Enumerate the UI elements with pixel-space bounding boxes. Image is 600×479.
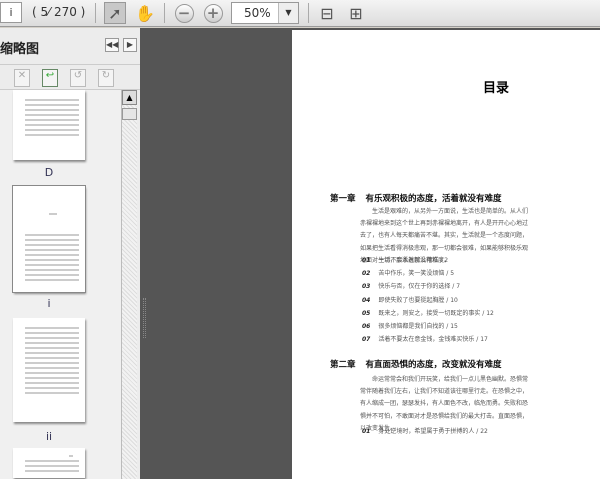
- minus-icon: −: [174, 3, 194, 23]
- collapse-panel-button[interactable]: ◀◀: [105, 38, 119, 52]
- thumbnail-label: ii: [45, 430, 53, 443]
- toc-entry[interactable]: 03 快乐与否，仅在于你的选择 / 7: [362, 281, 460, 290]
- chevron-down-icon[interactable]: ▼: [278, 3, 298, 23]
- chapter-title: 有直面恐惧的态度，改变就没有难度: [365, 360, 502, 370]
- scroll-thumb[interactable]: [122, 108, 137, 120]
- panel-title: 缩略图: [0, 42, 40, 57]
- panel-splitter[interactable]: [140, 28, 150, 479]
- fit-page-icon: ⊞: [349, 3, 363, 23]
- delete-page-icon[interactable]: ✕: [14, 69, 30, 87]
- panel-options-button[interactable]: ▶: [123, 38, 137, 52]
- thumbnail-label: D: [44, 166, 54, 179]
- page-title: 目录: [482, 81, 509, 96]
- document-view: 目录 第一章 有乐观积极的态度，活着就没有难度 生活是艰难的，从另外一方面说，生活…: [150, 28, 600, 479]
- scroll-up-icon[interactable]: ▲: [122, 90, 137, 105]
- rotate-cw-icon[interactable]: ↻: [98, 69, 114, 87]
- page-count: ( 5⁄ 270 ): [32, 5, 86, 19]
- divider: [164, 3, 165, 23]
- toc-entry[interactable]: 07 活着不要太在意金钱，金钱难买快乐 / 17: [362, 334, 488, 343]
- divider: [95, 3, 96, 23]
- thumbnail-scrollbar[interactable]: ▲: [121, 90, 137, 479]
- thumbnail-list: D i ii: [0, 90, 121, 479]
- thumbnail-page-i[interactable]: [12, 185, 86, 293]
- chapter-heading: 第一章 有乐观积极的态度，活着就没有难度: [330, 192, 512, 204]
- hand-tool-button[interactable]: ✋: [134, 2, 156, 24]
- toc-entry[interactable]: 05 既来之，则安之，接受一切既定的事实 / 12: [362, 308, 494, 317]
- zoom-value: 50%: [244, 6, 271, 20]
- chapter-number: 第一章: [330, 194, 356, 204]
- plus-icon: +: [203, 3, 223, 23]
- toc-entry[interactable]: 01 生活不会永远那么糟糕 / 2: [362, 255, 448, 264]
- thumbnail-page-iii[interactable]: [13, 448, 85, 478]
- page-number-input[interactable]: i: [0, 2, 22, 23]
- fit-width-button[interactable]: ⊟: [316, 2, 338, 24]
- hand-icon: ✋: [135, 3, 155, 23]
- toc-entry[interactable]: 06 很多烦恼都是我们自找的 / 15: [362, 321, 458, 330]
- thumbnail-page-ii[interactable]: [13, 318, 85, 422]
- thumbnail-tools: ✕ ↩ ↺ ↻: [0, 64, 140, 90]
- zoom-in-button[interactable]: +: [202, 2, 224, 24]
- chapter-heading: 第二章 有直面恐惧的态度，改变就没有难度: [330, 358, 512, 370]
- fit-width-icon: ⊟: [320, 3, 334, 23]
- extract-page-icon[interactable]: ↩: [42, 69, 58, 87]
- chapter-title: 有乐观积极的态度，活着就没有难度: [365, 194, 502, 204]
- toc-entry[interactable]: 01 身处逆境时，希望属于勇于拼搏的人 / 22: [362, 426, 488, 435]
- select-tool-button[interactable]: ➚: [104, 2, 126, 24]
- cursor-icon: ➚: [108, 3, 122, 23]
- chapter-number: 第二章: [330, 360, 356, 370]
- fit-page-button[interactable]: ⊞: [345, 2, 367, 24]
- toolbar: i ( 5⁄ 270 ) ➚ ✋ − + 50% ▼ ⊟ ⊞: [0, 0, 600, 27]
- zoom-select[interactable]: 50% ▼: [231, 2, 299, 24]
- divider: [308, 3, 309, 23]
- thumbnail-label: i: [47, 297, 51, 310]
- zoom-out-button[interactable]: −: [173, 2, 195, 24]
- document-page: 目录 第一章 有乐观积极的态度，活着就没有难度 生活是艰难的，从另外一方面说，生活…: [292, 30, 600, 479]
- rotate-ccw-icon[interactable]: ↺: [70, 69, 86, 87]
- toc-entry[interactable]: 02 苦中作乐，笑一笑没烦恼 / 5: [362, 268, 454, 277]
- toc-entry[interactable]: 04 即使失败了也要挺起胸膛 / 10: [362, 295, 458, 304]
- thumbnail-panel: 缩略图 ◀◀ ▶ ✕ ↩ ↺ ↻ D i ii ▲: [0, 28, 140, 479]
- thumbnail-page-d[interactable]: [13, 90, 85, 160]
- grip-icon: [143, 298, 146, 338]
